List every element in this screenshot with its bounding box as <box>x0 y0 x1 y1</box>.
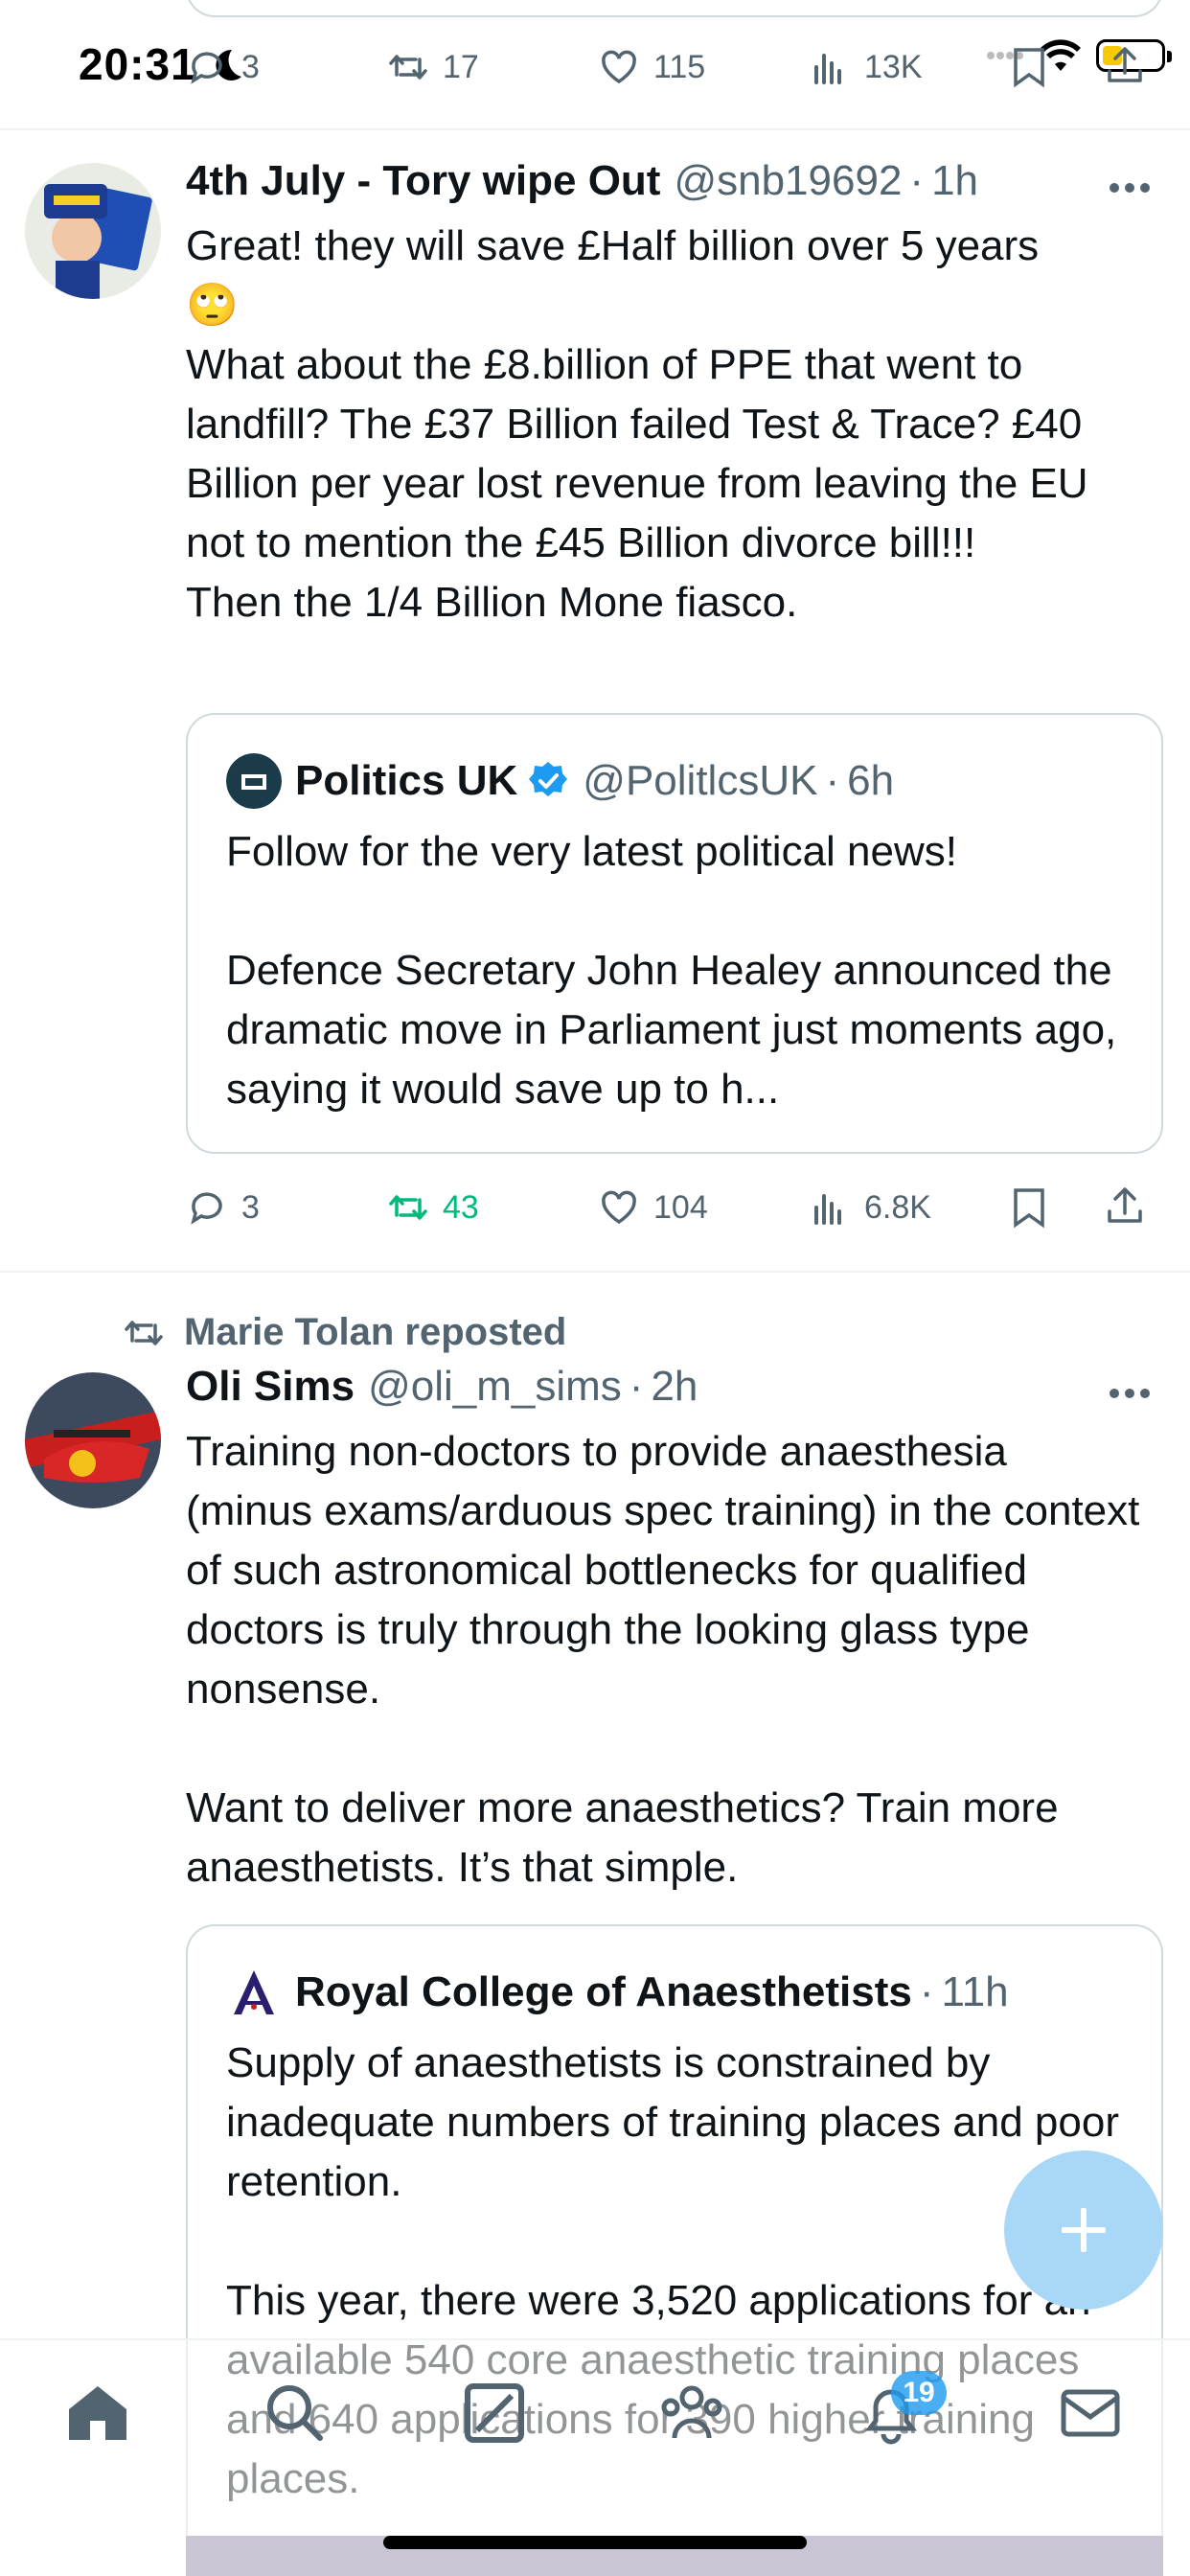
mail-icon <box>1061 2389 1120 2437</box>
tweet-header: Oli Sims @oli_m_sims · 2h <box>186 1363 698 1411</box>
repost-button[interactable]: 17 <box>387 46 479 88</box>
like-count: 115 <box>653 48 706 85</box>
tweet-text: Training non-doctors to provide anaesthe… <box>186 1428 1140 1891</box>
separator-dot: · <box>909 157 925 204</box>
notification-badge: 19 <box>891 2371 947 2415</box>
reply-count: 3 <box>241 1188 260 1226</box>
quoted-tweet[interactable]: Politics UK @PolitlcsUK · 6h Follow for … <box>186 713 1163 1154</box>
bookmark-icon[interactable] <box>1010 1186 1048 1229</box>
repost-count: 43 <box>443 1188 479 1226</box>
tweet-header: 4th July - Tory wipe Out @snb19692 · 1h <box>186 157 978 205</box>
nav-messages[interactable] <box>1056 2379 1125 2448</box>
quote-author-handle: @PolitlcsUK <box>583 757 818 804</box>
more-options-icon[interactable] <box>1110 180 1157 194</box>
author-handle[interactable]: @snb19692 <box>674 157 902 205</box>
share-icon[interactable] <box>1104 1184 1146 1227</box>
reply-button[interactable]: 3 <box>186 46 260 88</box>
repost-icon <box>125 1320 163 1346</box>
nav-grok[interactable] <box>460 2379 529 2448</box>
separator-dot: · <box>629 1363 644 1410</box>
quote-author-name: Politics UK <box>295 757 518 804</box>
view-count: 6.8K <box>864 1188 931 1226</box>
rcoa-logo <box>234 1970 274 2014</box>
author-name[interactable]: 4th July - Tory wipe Out <box>186 157 660 205</box>
like-button[interactable]: 104 <box>598 1186 708 1229</box>
communities-icon <box>661 2385 722 2439</box>
separator-dot: · <box>919 1968 934 2015</box>
reply-icon <box>191 52 222 84</box>
repost-icon <box>389 55 427 80</box>
quote-header: Royal College of Anaesthetists · 11h <box>226 1965 1009 2020</box>
more-options-icon[interactable] <box>1110 1386 1157 1399</box>
repost-indicator[interactable]: Marie Tolan reposted <box>123 1311 566 1354</box>
nav-search[interactable] <box>261 2379 330 2448</box>
like-count: 104 <box>653 1188 708 1226</box>
views-icon <box>814 54 841 84</box>
divider <box>0 1271 1190 1273</box>
like-button[interactable]: 115 <box>598 46 705 88</box>
tweet-time[interactable]: 2h <box>651 1363 698 1411</box>
quote-author-name: Royal College of Anaesthetists <box>295 1968 912 2015</box>
quote-header: Politics UK @PolitlcsUK · 6h <box>226 753 894 809</box>
nav-notifications[interactable]: 19 <box>857 2371 947 2448</box>
status-time: 20:31 <box>79 39 196 89</box>
politics-uk-logo <box>226 753 282 809</box>
views-icon <box>814 1194 841 1225</box>
author-handle[interactable]: @oli_m_sims <box>368 1363 622 1411</box>
share-icon[interactable] <box>1104 44 1146 86</box>
tweet-text: Great! they will save £Half billion over… <box>186 222 1088 626</box>
repost-button[interactable]: 43 <box>387 1186 479 1229</box>
home-icon <box>69 2386 126 2440</box>
nav-communities[interactable] <box>657 2379 726 2448</box>
reposted-by: Marie Tolan reposted <box>184 1311 567 1353</box>
grok-icon <box>465 2383 524 2443</box>
repost-icon <box>389 1195 427 1220</box>
quote-time: 6h <box>847 757 895 804</box>
bookmark-icon[interactable] <box>1010 46 1048 88</box>
verified-badge-icon <box>529 762 568 796</box>
home-indicator[interactable] <box>383 2536 807 2549</box>
quote-text: Follow for the very latest political new… <box>226 828 1117 1113</box>
compose-button[interactable] <box>1004 2150 1163 2310</box>
reply-button[interactable]: 3 <box>186 1186 260 1229</box>
views-button[interactable]: 6.8K <box>809 1186 931 1229</box>
avatar[interactable] <box>25 1372 161 1508</box>
reply-count: 3 <box>241 48 260 85</box>
repost-count: 17 <box>443 48 479 85</box>
previous-quote-edge <box>186 0 1163 17</box>
views-button[interactable]: 13K <box>809 46 923 88</box>
heart-icon <box>602 1190 636 1225</box>
previous-tweet-actions: 3 17 115 13K <box>186 38 1163 96</box>
separator-dot: · <box>825 757 840 804</box>
heart-icon <box>602 50 636 84</box>
avatar[interactable] <box>25 163 161 299</box>
view-count: 13K <box>864 48 923 85</box>
quote-time: 11h <box>941 1968 1009 2015</box>
search-icon <box>267 2385 323 2441</box>
reply-icon <box>191 1192 222 1225</box>
author-name[interactable]: Oli Sims <box>186 1363 355 1411</box>
tweet-time[interactable]: 1h <box>931 157 978 205</box>
tweet-actions: 3 43 104 6.8K <box>186 1179 1163 1236</box>
divider <box>0 128 1190 130</box>
nav-home[interactable] <box>63 2379 132 2448</box>
